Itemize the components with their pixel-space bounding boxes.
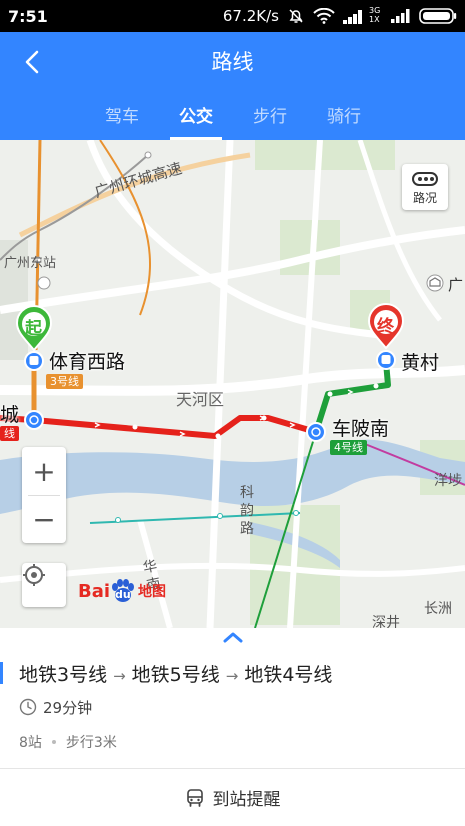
map-label-changzhou: 长洲 xyxy=(424,601,452,617)
station-label-end: 黄村 xyxy=(401,352,440,374)
route-arrow-1: → xyxy=(113,667,126,685)
map-label-tianhe: 天河区 xyxy=(176,390,225,409)
map-label-shenjing: 深井 xyxy=(372,615,400,628)
arrival-reminder-label: 到站提醒 xyxy=(212,790,281,810)
line-badge-3: 3号线 xyxy=(46,374,83,389)
baidu-map-logo: Bai du 地图 xyxy=(78,577,166,605)
station-label-start: 体育西路 xyxy=(49,351,126,373)
tab-walking[interactable]: 步行 xyxy=(240,102,300,127)
meta-separator xyxy=(51,740,56,744)
arrival-reminder-button[interactable]: 到站提醒 xyxy=(0,769,465,826)
signal-3g-icon: 3G 1X xyxy=(343,6,383,25)
route-duration: 29分钟 xyxy=(19,697,92,717)
battery-icon xyxy=(419,8,457,24)
line-badge-left-edge: 线 xyxy=(0,426,19,441)
bell-muted-icon xyxy=(287,7,305,25)
header-bar: 路线 驾车 公交 步行 骑行 xyxy=(0,32,465,140)
line-badge-4: 4号线 xyxy=(330,440,367,455)
chevron-up-icon[interactable] xyxy=(222,630,244,644)
traffic-icon xyxy=(412,172,438,186)
tab-transit[interactable]: 公交 xyxy=(166,102,226,127)
start-marker-label: 起 xyxy=(25,319,42,339)
zoom-in-button[interactable]: + xyxy=(22,447,66,495)
status-time: 7:51 xyxy=(8,6,48,26)
station-label-transfer: 车陂南 xyxy=(332,418,390,440)
route-segments: 地铁3号线 → 地铁5号线 → 地铁4号线 xyxy=(0,658,465,688)
locate-button[interactable] xyxy=(22,563,66,607)
stop-count: 8站 xyxy=(19,735,42,751)
signal-icon xyxy=(391,9,411,23)
route-segment-1: 地铁3号线 xyxy=(19,664,108,686)
end-marker-label: 终 xyxy=(377,317,394,337)
tab-driving[interactable]: 驾车 xyxy=(92,102,152,127)
clock-icon xyxy=(19,698,37,716)
duration-text: 29分钟 xyxy=(43,698,93,717)
route-map[interactable]: 起 终 广州环城高速 广州东站 天河区 科韵路 华南 洋埗 长洲 深井 广 体育… xyxy=(0,140,465,628)
transport-mode-tabs: 驾车 公交 步行 骑行 xyxy=(0,94,465,140)
map-label-guang: 广 xyxy=(448,276,464,294)
logo-text-du: du xyxy=(115,588,131,601)
map-label-kejun-road: 科韵路 xyxy=(240,485,254,537)
paw-icon: du xyxy=(110,579,136,603)
route-summary-panel[interactable]: 地铁3号线 → 地铁5号线 → 地铁4号线 29分钟 8站 步行3米 到站提醒 xyxy=(0,628,465,826)
map-label-east-station: 广州东站 xyxy=(4,256,57,271)
status-indicators: 67.2K/s 3G 1X xyxy=(222,6,457,25)
wifi-icon xyxy=(313,8,335,24)
route-text: 地铁3号线 → 地铁5号线 → 地铁4号线 xyxy=(19,660,332,687)
logo-text-map: 地图 xyxy=(138,584,167,600)
bus-icon xyxy=(186,788,203,807)
traffic-label: 路况 xyxy=(412,191,437,205)
network-speed: 67.2K/s xyxy=(222,7,279,25)
tab-cycling[interactable]: 骑行 xyxy=(314,102,374,127)
zoom-out-button[interactable]: − xyxy=(22,495,66,543)
page-title: 路线 xyxy=(211,50,254,74)
logo-text-bai: Bai xyxy=(78,580,111,602)
status-bar: 7:51 67.2K/s 3G 1X xyxy=(0,0,465,32)
route-segment-3: 地铁4号线 xyxy=(244,664,333,686)
route-meta: 8站 步行3米 xyxy=(19,732,117,752)
map-label-yangxi: 洋埗 xyxy=(434,473,462,489)
sim-label-bottom: 1X xyxy=(369,15,380,24)
zoom-controls: + − xyxy=(22,447,66,543)
route-accent-bar xyxy=(0,662,3,684)
traffic-toggle-button[interactable]: 路况 xyxy=(402,164,448,210)
walking-distance: 步行3米 xyxy=(65,735,117,751)
sim-label-top: 3G xyxy=(369,6,381,15)
crosshair-icon xyxy=(23,564,45,586)
route-segment-2: 地铁5号线 xyxy=(131,664,220,686)
station-label-left-edge: 城 xyxy=(0,404,20,426)
route-arrow-2: → xyxy=(225,667,239,685)
